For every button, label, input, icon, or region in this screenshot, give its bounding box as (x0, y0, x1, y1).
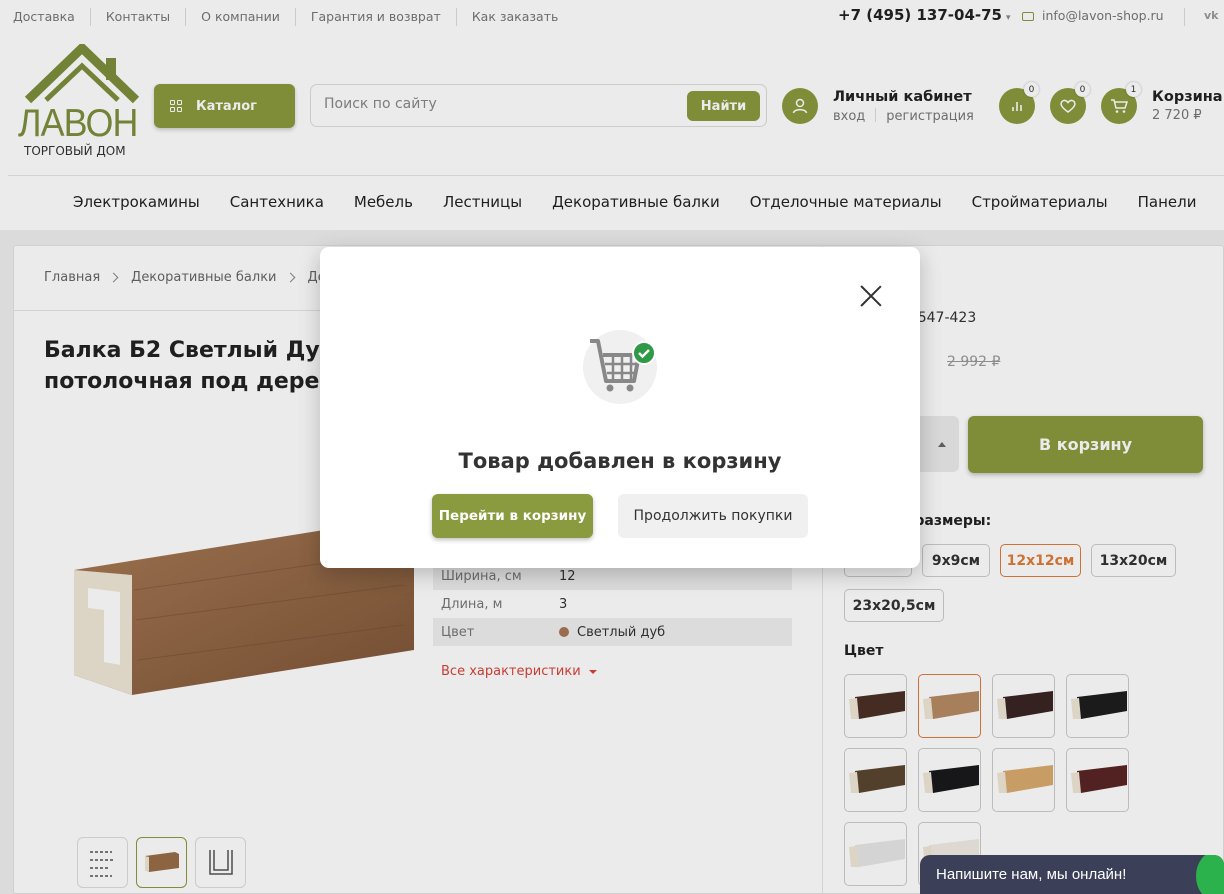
chat-widget[interactable]: Напишите нам, мы онлайн! (920, 855, 1224, 894)
modal-title: Товар добавлен в корзину (458, 449, 782, 473)
check-icon (632, 341, 656, 365)
close-icon[interactable] (860, 285, 882, 307)
continue-shopping-button[interactable]: Продолжить покупки (618, 494, 808, 538)
chat-label[interactable]: Напишите нам, мы онлайн! (936, 866, 1126, 883)
added-to-cart-modal: Товар добавлен в корзину Перейти в корзи… (320, 247, 920, 568)
chat-leaf-icon (1196, 855, 1224, 894)
go-to-cart-button[interactable]: Перейти в корзину (432, 494, 593, 538)
